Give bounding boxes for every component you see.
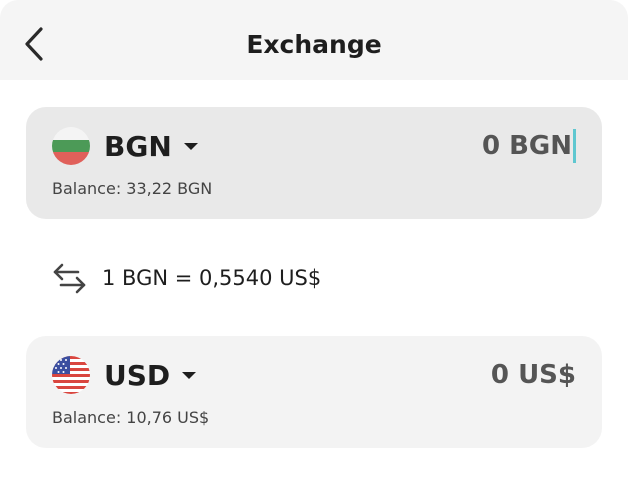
- from-currency-card[interactable]: BGN 0 BGN Balance: 33,22 BGN: [26, 107, 602, 219]
- exchange-rate-row: 1 BGN = 0,5540 US$: [52, 262, 321, 294]
- flag-usa-icon: [52, 356, 90, 394]
- caret-down-icon: [182, 371, 197, 379]
- caret-down-icon: [183, 142, 198, 150]
- from-amount-input[interactable]: 0 BGN: [482, 129, 576, 163]
- from-amount-value: 0 BGN: [481, 131, 572, 161]
- text-cursor: [573, 129, 576, 163]
- to-currency-select[interactable]: USD: [104, 354, 197, 396]
- to-currency-code: USD: [104, 358, 171, 392]
- swap-arrows-icon: [53, 263, 86, 294]
- header-bar: Exchange: [0, 0, 628, 80]
- from-currency-select[interactable]: BGN: [104, 125, 198, 167]
- to-balance: Balance: 10,76 US$: [52, 408, 210, 427]
- to-amount-value[interactable]: 0 US$: [491, 358, 576, 392]
- exchange-rate-text: 1 BGN = 0,5540 US$: [102, 266, 322, 290]
- page-title: Exchange: [246, 30, 382, 59]
- to-currency-card[interactable]: USD 0 US$ Balance: 10,76 US$: [26, 336, 602, 448]
- from-currency-code: BGN: [104, 129, 172, 163]
- from-balance: Balance: 33,22 BGN: [52, 179, 213, 198]
- flag-bulgaria-icon: [52, 127, 90, 165]
- to-amount-text: 0 US$: [490, 360, 576, 390]
